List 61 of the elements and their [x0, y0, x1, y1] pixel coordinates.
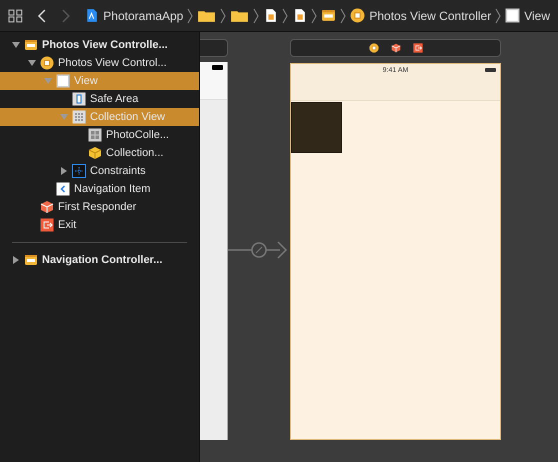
outline-label: Navigation Controller...: [42, 252, 162, 268]
square-icon: [56, 74, 70, 88]
expanded-triangle-icon[interactable]: [28, 59, 36, 67]
outline-row[interactable]: Photos View Control...: [0, 54, 199, 72]
segue-arrow: [228, 240, 290, 260]
storyboard-icon: [321, 8, 336, 23]
outline-label: Navigation Item: [74, 182, 150, 197]
grid-icon: [72, 110, 86, 124]
outline-row[interactable]: Navigation Controller...: [0, 251, 199, 269]
separator-chevron-icon: [311, 8, 318, 24]
outline-label: Photos View Controlle...: [42, 38, 168, 53]
battery-icon: [212, 65, 223, 70]
file-icon: [292, 8, 308, 23]
storyboard-icon: [24, 253, 38, 267]
separator-chevron-icon: [495, 8, 502, 24]
separator-chevron-icon: [220, 8, 226, 24]
exit-icon: [40, 218, 54, 232]
outline-label: Collection...: [106, 146, 164, 161]
separator-chevron-icon: [340, 8, 346, 24]
outline-label: First Responder: [58, 200, 136, 215]
expanded-triangle-icon[interactable]: [12, 41, 20, 49]
collapsed-triangle-icon[interactable]: [60, 167, 68, 175]
cube-icon: [40, 200, 54, 214]
outline-row[interactable]: First Responder: [0, 198, 199, 216]
separator-chevron-icon: [282, 8, 288, 24]
grid-icon[interactable]: [8, 8, 23, 22]
separator-chevron-icon: [253, 8, 260, 24]
breadcrumb-item[interactable]: View: [524, 6, 550, 24]
outline-row[interactable]: PhotoColle...: [0, 126, 199, 144]
cube-icon: [88, 146, 102, 160]
collection-cell: [291, 102, 342, 153]
cell-icon: [88, 128, 102, 142]
outline-label: View: [74, 74, 98, 89]
breadcrumb-item[interactable]: PhotoramaApp: [103, 6, 184, 24]
exit-icon: [412, 43, 422, 53]
outline-label: Safe Area: [90, 92, 138, 107]
safe-area-icon: [72, 92, 86, 106]
back-chevron-icon[interactable]: [36, 8, 46, 22]
outline-row[interactable]: Photos View Controlle...: [0, 36, 199, 54]
outline-row[interactable]: Navigation Item: [0, 180, 199, 198]
storyboard-icon: [24, 38, 38, 52]
outline-label: Constraints: [90, 164, 146, 179]
battery-icon: [485, 68, 496, 72]
back-chevron-icon: [56, 182, 70, 196]
collapsed-triangle-icon[interactable]: [12, 256, 20, 264]
breadcrumb-item[interactable]: Photos View Controller: [369, 6, 492, 24]
document-icon: [84, 8, 100, 23]
outline-row[interactable]: Collection...: [0, 144, 199, 162]
outline-row[interactable]: Safe Area: [0, 90, 199, 108]
outline-label: Exit: [58, 218, 76, 233]
file-icon: [263, 8, 278, 23]
circle-square-icon: [368, 43, 378, 53]
square-icon: [505, 8, 520, 23]
constraints-icon: [72, 164, 86, 178]
outline-label: PhotoColle...: [106, 128, 169, 143]
outline-label: Collection View: [90, 110, 166, 125]
outline-label: Photos View Control...: [58, 56, 167, 71]
outline-row[interactable]: Exit: [0, 216, 199, 234]
separator-chevron-icon: [187, 8, 194, 24]
outline-row[interactable]: Constraints: [0, 162, 199, 180]
cube-icon: [390, 43, 400, 53]
